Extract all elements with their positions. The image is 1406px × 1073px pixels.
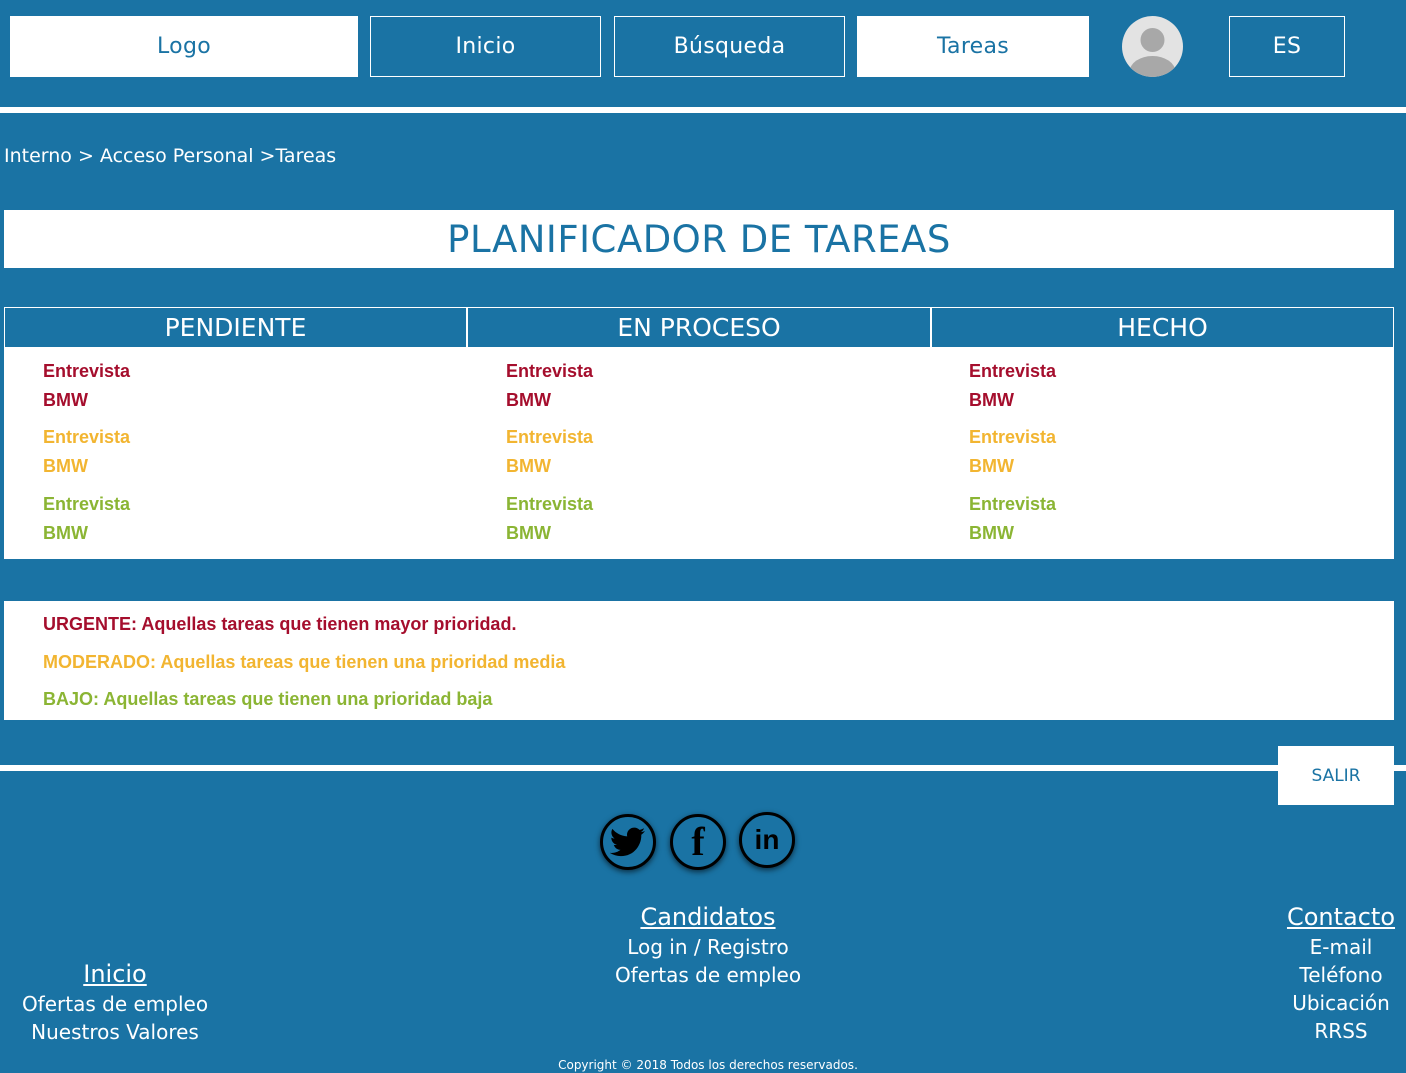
footer-heading-contacto[interactable]: Contacto (1276, 903, 1406, 931)
copyright: Copyright © 2018 Todos los derechos rese… (558, 1058, 858, 1072)
title-panel: PLANIFICADOR DE TAREAS (4, 210, 1394, 268)
user-icon (1129, 28, 1176, 77)
task-title: Entrevista (43, 494, 131, 514)
logo-button[interactable]: Logo (10, 16, 358, 77)
footer-divider (0, 765, 1406, 771)
nav-tareas-button[interactable]: Tareas (857, 16, 1089, 77)
legend-urgente: URGENTE: Aquellas tareas que tienen mayo… (43, 614, 517, 634)
twitter-icon[interactable] (600, 814, 656, 870)
facebook-icon[interactable]: f (670, 814, 726, 870)
task-company: BMW (969, 456, 1014, 476)
linkedin-glyph: in (754, 824, 780, 855)
task-company: BMW (969, 523, 1014, 543)
column-header-en-proceso: EN PROCESO (467, 307, 931, 347)
footer-link-telefono[interactable]: Teléfono (1276, 963, 1406, 987)
task-title: Entrevista (969, 427, 1057, 447)
task-company: BMW (43, 456, 88, 476)
column-header-pendiente: PENDIENTE (4, 307, 467, 347)
footer-link-login[interactable]: Log in / Registro (558, 935, 858, 959)
footer-heading-candidatos[interactable]: Candidatos (558, 903, 858, 931)
legend-bajo: BAJO: Aquellas tareas que tienen una pri… (43, 689, 493, 709)
legend-moderado: MODERADO: Aquellas tareas que tienen una… (43, 652, 566, 672)
task-company: BMW (506, 456, 551, 476)
column-header-hecho: HECHO (931, 307, 1394, 347)
avatar[interactable] (1122, 16, 1183, 77)
footer-contacto: Contacto E-mail Teléfono Ubicación RRSS (1276, 903, 1406, 1043)
linkedin-icon[interactable]: in (739, 812, 795, 868)
footer-heading-inicio[interactable]: Inicio (0, 960, 230, 988)
footer-link-rrss[interactable]: RRSS (1276, 1019, 1406, 1043)
footer-candidatos: Candidatos Log in / Registro Ofertas de … (558, 903, 858, 987)
salir-label: SALIR (1311, 765, 1361, 786)
task-company: BMW (969, 390, 1014, 410)
task-title: Entrevista (506, 494, 594, 514)
task-company: BMW (43, 523, 88, 543)
task-company: BMW (43, 390, 88, 410)
task-title: Entrevista (43, 427, 131, 447)
facebook-glyph: f (691, 819, 705, 864)
task-company: BMW (506, 390, 551, 410)
language-button[interactable]: ES (1229, 16, 1345, 77)
task-title: Entrevista (506, 361, 594, 381)
footer-inicio: Inicio Ofertas de empleo Nuestros Valore… (0, 960, 230, 1044)
salir-button[interactable]: SALIR (1278, 746, 1394, 805)
footer-link-email[interactable]: E-mail (1276, 935, 1406, 959)
task-company: BMW (506, 523, 551, 543)
footer-link-ofertas-empleo[interactable]: Ofertas de empleo (0, 992, 230, 1016)
page-title: PLANIFICADOR DE TAREAS (447, 217, 951, 261)
footer-link-ofertas[interactable]: Ofertas de empleo (558, 963, 858, 987)
footer-link-valores[interactable]: Nuestros Valores (0, 1020, 230, 1044)
task-board: Entrevista BMW Entrevista BMW Entrevista… (4, 347, 1394, 559)
twitter-bird-shape (610, 827, 645, 857)
nav-busqueda-button[interactable]: Búsqueda (614, 16, 845, 77)
task-title: Entrevista (969, 494, 1057, 514)
priority-legend: URGENTE: Aquellas tareas que tienen mayo… (4, 601, 1394, 720)
breadcrumb: Interno > Acceso Personal >Tareas (4, 145, 337, 167)
nav-inicio-button[interactable]: Inicio (370, 16, 601, 77)
task-title: Entrevista (43, 361, 131, 381)
task-title: Entrevista (969, 361, 1057, 381)
header-divider (0, 107, 1406, 113)
task-title: Entrevista (506, 427, 594, 447)
footer-link-ubicacion[interactable]: Ubicación (1276, 991, 1406, 1015)
